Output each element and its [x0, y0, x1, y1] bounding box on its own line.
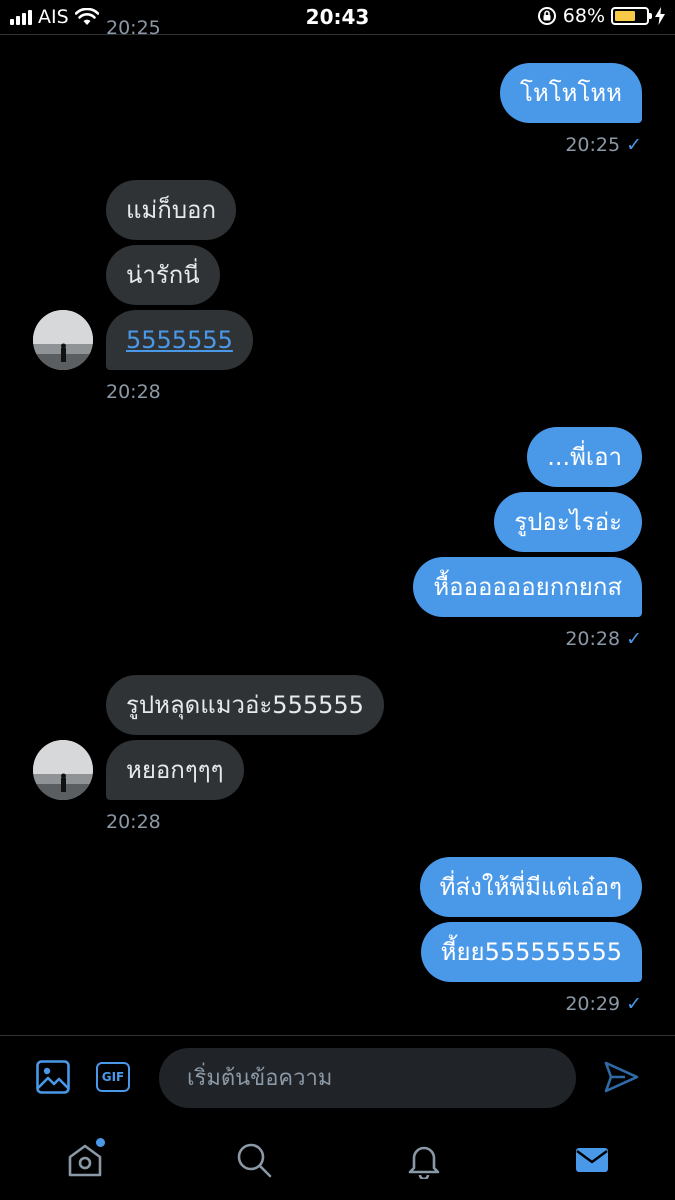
message-text: หื้ออออออยกกยกส	[433, 573, 622, 601]
nav-search[interactable]	[232, 1138, 276, 1182]
bottom-navigation	[0, 1120, 675, 1200]
notification-dot	[96, 1138, 105, 1147]
message-text: โหโหโหห	[520, 79, 622, 107]
message-bubble-outgoing[interactable]: ...พี่เอา	[527, 427, 642, 487]
message-bubble-incoming[interactable]: แม่ก็บอก	[106, 180, 236, 240]
time-text: 20:29	[565, 993, 621, 1015]
message-text: น่ารักนี่	[126, 261, 200, 289]
message-time: 20:25 ✓	[565, 134, 642, 156]
bell-icon	[408, 1146, 440, 1179]
message-link[interactable]: 5555555	[126, 326, 233, 354]
battery-icon	[611, 7, 652, 25]
message-composer: GIF	[0, 1036, 675, 1120]
message-time: 20:29 ✓	[565, 993, 642, 1015]
message-bubble-outgoing[interactable]: โหโหโหห	[500, 63, 642, 123]
message-text: ที่ส่งให้พี่มีแต่เอ๋อๆ	[439, 873, 622, 901]
message-input[interactable]	[159, 1048, 576, 1108]
mail-icon	[576, 1148, 608, 1172]
time-text: 20:28	[565, 628, 621, 650]
avatar-photo	[33, 740, 93, 800]
message-bubble-outgoing[interactable]: หื้ออออออยกกยกส	[413, 557, 642, 617]
status-bar: AIS 20:43 68%	[0, 0, 675, 34]
gif-button[interactable]: GIF	[96, 1062, 130, 1092]
read-check-icon: ✓	[626, 134, 642, 156]
message-time: 20:28 ✓	[565, 628, 642, 650]
nav-messages[interactable]	[570, 1138, 614, 1182]
nav-home[interactable]	[63, 1138, 107, 1182]
search-icon	[237, 1143, 272, 1178]
message-bubble-outgoing[interactable]: หี้ยย555555555	[420, 922, 642, 982]
status-right: 68%	[537, 5, 665, 27]
read-check-icon: ✓	[626, 628, 642, 650]
message-bubble-incoming[interactable]: หยอกๆๆๆ	[106, 740, 244, 800]
gif-icon: GIF	[101, 1070, 125, 1084]
message-bubble-incoming[interactable]: น่ารักนี่	[106, 245, 220, 305]
charging-icon	[655, 7, 665, 25]
nav-notifications[interactable]	[402, 1138, 446, 1182]
rotation-lock-icon	[537, 7, 556, 25]
message-bubble-outgoing[interactable]: รูปอะไรอ่ะ	[494, 492, 642, 552]
message-bubble-outgoing[interactable]: ที่ส่งให้พี่มีแต่เอ๋อๆ	[419, 857, 642, 917]
send-button[interactable]	[602, 1058, 640, 1096]
image-button[interactable]	[34, 1058, 72, 1096]
message-text: หยอกๆๆๆ	[126, 756, 224, 784]
battery-level	[615, 11, 636, 21]
clipped-timestamp: 20:25	[106, 17, 161, 39]
message-text: แม่ก็บอก	[126, 196, 216, 224]
message-text: ...พี่เอา	[547, 443, 622, 471]
battery-percent: 68%	[562, 5, 605, 27]
time-text: 20:25	[565, 134, 621, 156]
avatar[interactable]	[33, 740, 93, 800]
message-text: หี้ยย555555555	[440, 938, 622, 966]
image-icon	[36, 1060, 70, 1094]
read-check-icon: ✓	[626, 993, 642, 1015]
message-time: 20:28	[106, 381, 161, 403]
message-bubble-incoming[interactable]: 5555555	[106, 310, 253, 370]
message-text: รูปอะไรอ่ะ	[514, 508, 622, 536]
avatar[interactable]	[33, 310, 93, 370]
send-icon	[604, 1061, 639, 1093]
avatar-photo	[33, 310, 93, 370]
conversation[interactable]: 20:25 โหโหโหห 20:25 ✓ แม่ก็บอก น่ารักนี่ …	[0, 17, 675, 1035]
message-text: รูปหลุดแมวอ่ะ555555	[126, 691, 364, 719]
message-bubble-incoming[interactable]: รูปหลุดแมวอ่ะ555555	[106, 675, 384, 735]
message-time: 20:28	[106, 811, 161, 833]
